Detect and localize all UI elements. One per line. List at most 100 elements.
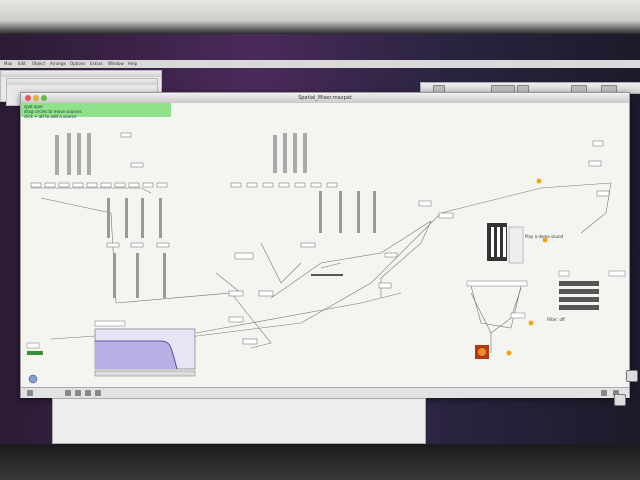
message-box[interactable] [228, 316, 244, 323]
filter-cords [470, 285, 522, 329]
number-box[interactable] [156, 182, 168, 188]
message-box[interactable] [106, 242, 120, 248]
message-box[interactable] [438, 212, 454, 219]
message-box[interactable] [228, 290, 244, 297]
info-button-icon[interactable] [506, 350, 512, 356]
patch-graph[interactable]: Play a demo sound Filter: off [21, 103, 629, 387]
desktop-icon[interactable] [626, 370, 638, 382]
dac-icon[interactable] [28, 374, 38, 384]
number-box[interactable] [72, 182, 84, 188]
message-box[interactable] [258, 290, 274, 297]
background-window-2-title [7, 79, 157, 85]
window-title: Spatial_Mixer.maxpat [298, 95, 352, 101]
number-box[interactable] [326, 182, 338, 188]
info-button-icon[interactable] [536, 178, 542, 184]
number-box[interactable] [246, 182, 258, 188]
vertical-slider[interactable] [113, 253, 116, 298]
vertical-slider[interactable] [319, 191, 322, 233]
slider-4[interactable] [87, 133, 91, 175]
message-box[interactable] [26, 342, 40, 349]
slider-2[interactable] [67, 133, 71, 175]
message-box[interactable] [592, 140, 604, 147]
number-box[interactable] [294, 182, 306, 188]
desktop-icon[interactable] [614, 394, 626, 406]
filter-curve-fill [95, 341, 177, 369]
vertical-slider[interactable] [339, 191, 342, 233]
presentation-icon[interactable] [65, 390, 71, 396]
message-box[interactable] [588, 160, 602, 167]
message-box[interactable] [234, 252, 254, 260]
menu-object[interactable]: Object [32, 60, 45, 68]
new-object-icon[interactable] [85, 390, 91, 396]
number-box[interactable] [30, 182, 42, 188]
number-box[interactable] [262, 182, 274, 188]
filter-graph[interactable] [26, 320, 196, 384]
menu-options[interactable]: Options [70, 60, 85, 68]
message-box[interactable] [378, 282, 392, 289]
message-box[interactable] [130, 162, 144, 168]
option-row[interactable] [559, 305, 599, 310]
patcher-window[interactable]: Spatial_Mixer.maxpat spat.oper drag circ… [20, 92, 630, 398]
message-box[interactable] [384, 252, 398, 258]
slider-7[interactable] [293, 133, 297, 173]
number-box[interactable] [142, 182, 154, 188]
message-box[interactable] [510, 312, 526, 319]
vertical-slider[interactable] [136, 253, 139, 298]
menu-arrange[interactable]: Arrange [50, 60, 66, 68]
message-box[interactable] [130, 242, 144, 248]
menu-bar: Max Edit Object Arrange Options Extras W… [0, 60, 640, 68]
number-box[interactable] [128, 182, 140, 188]
preset-list[interactable] [508, 226, 524, 264]
slider-3[interactable] [77, 133, 81, 175]
number-box[interactable] [230, 182, 242, 188]
menu-extras[interactable]: Extras [90, 60, 103, 68]
lower-window[interactable] [52, 398, 426, 444]
zoom-icon[interactable] [601, 390, 607, 396]
patcher-canvas[interactable]: spat.oper drag circles to move sources c… [21, 103, 629, 387]
vertical-slider[interactable] [107, 198, 110, 238]
number-box[interactable] [310, 182, 322, 188]
left-slider-group[interactable] [30, 132, 170, 298]
message-box[interactable] [156, 242, 170, 248]
number-box[interactable] [86, 182, 98, 188]
message-box[interactable] [596, 190, 610, 197]
message-box[interactable] [418, 200, 432, 207]
number-box[interactable] [58, 182, 70, 188]
lock-icon[interactable] [27, 390, 33, 396]
number-box[interactable] [114, 182, 126, 188]
message-box[interactable] [300, 242, 316, 248]
info-button-icon[interactable] [528, 320, 534, 326]
grid-icon[interactable] [75, 390, 81, 396]
slider-8[interactable] [303, 133, 307, 173]
number-box[interactable] [44, 182, 56, 188]
message-box[interactable] [94, 320, 126, 327]
option-row[interactable] [559, 281, 599, 286]
message-box[interactable] [608, 270, 626, 277]
slider-1[interactable] [55, 135, 59, 175]
slider-6[interactable] [283, 133, 287, 173]
vertical-slider[interactable] [125, 198, 128, 238]
message-box[interactable] [242, 338, 258, 345]
message-box[interactable] [558, 270, 570, 277]
minimize-icon[interactable] [33, 95, 39, 101]
option-row[interactable] [559, 289, 599, 294]
meter-bar [497, 227, 500, 257]
close-icon[interactable] [25, 95, 31, 101]
menu-window[interactable]: Window [108, 60, 124, 68]
message-box[interactable] [120, 132, 132, 138]
zoom-icon[interactable] [41, 95, 47, 101]
menu-edit[interactable]: Edit [18, 60, 26, 68]
option-row[interactable] [559, 297, 599, 302]
menu-help[interactable]: Help [128, 60, 137, 68]
vertical-slider[interactable] [159, 198, 162, 238]
menu-max[interactable]: Max [4, 60, 12, 68]
vertical-slider[interactable] [373, 191, 376, 233]
vertical-slider[interactable] [357, 191, 360, 233]
filter-object[interactable] [466, 280, 528, 287]
vertical-slider[interactable] [141, 198, 144, 238]
new-message-icon[interactable] [95, 390, 101, 396]
number-box[interactable] [100, 182, 112, 188]
number-box[interactable] [278, 182, 290, 188]
slider-5[interactable] [273, 135, 277, 173]
vertical-slider[interactable] [163, 253, 166, 298]
